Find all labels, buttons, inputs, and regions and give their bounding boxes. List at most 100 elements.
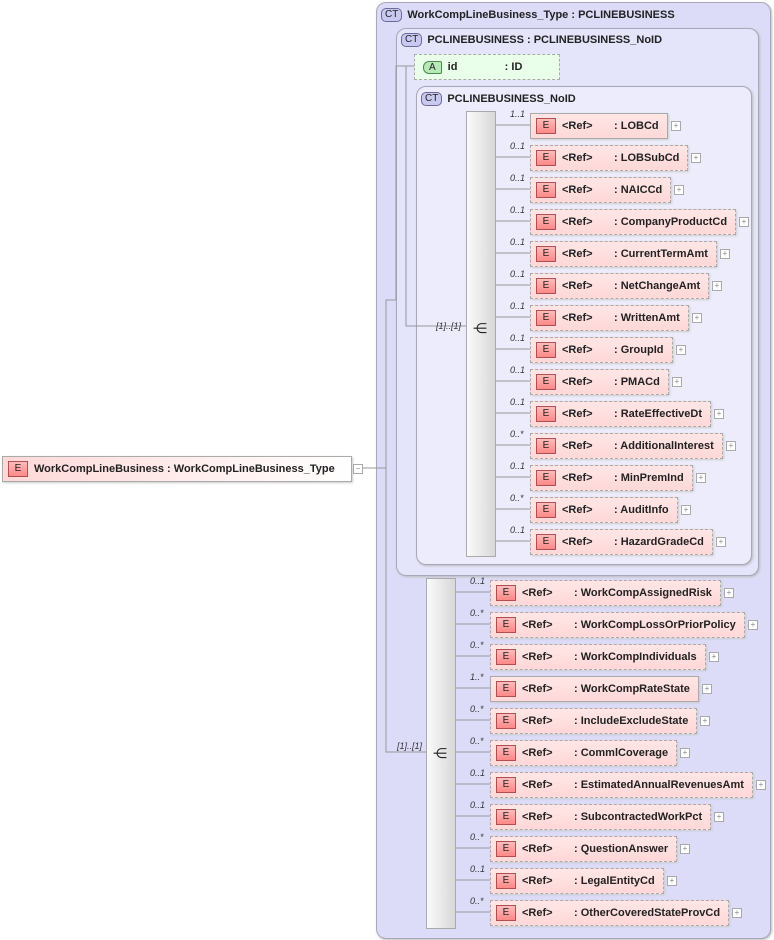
expand-icon[interactable]: +	[667, 876, 677, 886]
expand-icon[interactable]: +	[714, 409, 724, 419]
element-name: : CompanyProductCd	[614, 216, 728, 228]
expand-icon[interactable]: +	[671, 121, 681, 131]
element-ref[interactable]: E <Ref>: WorkCompRateState	[490, 676, 699, 702]
element-ref[interactable]: E <Ref>: WorkCompIndividuals	[490, 644, 706, 670]
ref-label: <Ref>	[522, 715, 553, 727]
element-multiplicity: 0..1	[470, 576, 486, 586]
element-ref[interactable]: E <Ref>: PMACd	[530, 369, 669, 395]
element-icon: E	[536, 150, 556, 166]
element-name: : PMACd	[614, 376, 660, 388]
expand-icon[interactable]: +	[720, 249, 730, 259]
element-ref[interactable]: E <Ref>: EstimatedAnnualRevenuesAmt	[490, 772, 753, 798]
element-icon: E	[8, 461, 28, 477]
element-ref[interactable]: E <Ref>: SubcontractedWorkPct	[490, 804, 712, 830]
element-icon: E	[496, 649, 516, 665]
element-multiplicity: 0..1	[470, 768, 486, 778]
expand-icon[interactable]: +	[676, 345, 686, 355]
element-name: : LOBSubCd	[614, 152, 680, 164]
ref-label: <Ref>	[562, 376, 593, 388]
element-name: : LegalEntityCd	[574, 875, 655, 887]
element-icon: E	[536, 406, 556, 422]
ref-label: <Ref>	[562, 312, 593, 324]
collapse-icon[interactable]: −	[353, 464, 363, 474]
ref-label: <Ref>	[522, 843, 553, 855]
expand-icon[interactable]: +	[712, 281, 722, 291]
element-ref[interactable]: E <Ref>: OtherCoveredStateProvCd	[490, 900, 730, 926]
element-name: : MinPremInd	[614, 472, 684, 484]
element-ref[interactable]: E <Ref>: AdditionalInterest	[530, 433, 723, 459]
sequence-icon: ⋲	[473, 320, 487, 336]
element-ref[interactable]: E <Ref> : QuestionAnswer	[490, 836, 678, 862]
element-name: : AdditionalInterest	[614, 440, 714, 452]
expand-icon[interactable]: +	[700, 716, 710, 726]
ref-label: <Ref>	[522, 811, 553, 823]
element-name: : EstimatedAnnualRevenuesAmt	[574, 779, 744, 791]
expand-icon[interactable]: +	[680, 748, 690, 758]
expand-icon[interactable]: +	[702, 684, 712, 694]
element-name: : CurrentTermAmt	[614, 248, 708, 260]
expand-icon[interactable]: +	[674, 185, 684, 195]
element-ref[interactable]: E <Ref>: CompanyProductCd	[530, 209, 737, 235]
expand-icon[interactable]: +	[696, 473, 706, 483]
element-icon: E	[536, 470, 556, 486]
element-ref[interactable]: E <Ref>: MinPremInd	[530, 465, 693, 491]
expand-icon[interactable]: +	[681, 505, 691, 515]
element-name: : AuditInfo	[614, 504, 669, 516]
element-icon: E	[496, 873, 516, 889]
expand-icon[interactable]: +	[739, 217, 749, 227]
element-multiplicity: 0..1	[470, 800, 486, 810]
expand-icon[interactable]: +	[691, 153, 701, 163]
element-multiplicity: 0..1	[510, 237, 526, 247]
element-ref[interactable]: E <Ref>: RateEffectiveDt	[530, 401, 712, 427]
element-icon: E	[536, 278, 556, 294]
expand-icon[interactable]: +	[732, 908, 742, 918]
element-multiplicity: 0..1	[510, 461, 526, 471]
element-ref[interactable]: E <Ref>: WorkCompAssignedRisk	[490, 580, 721, 606]
element-name: : GroupId	[614, 344, 664, 356]
expand-icon[interactable]: +	[680, 844, 690, 854]
element-icon: E	[536, 182, 556, 198]
element-name: : QuestionAnswer	[574, 843, 669, 855]
element-ref[interactable]: E <Ref>: LOBCd	[530, 113, 668, 139]
element-ref[interactable]: E <Ref>: AuditInfo	[530, 497, 678, 523]
expand-icon[interactable]: +	[692, 313, 702, 323]
element-ref[interactable]: E <Ref>: LegalEntityCd	[490, 868, 664, 894]
element-name: : NetChangeAmt	[614, 280, 701, 292]
element-icon: E	[496, 809, 516, 825]
element-name: : NAICCd	[614, 184, 663, 196]
expand-icon[interactable]: +	[748, 620, 758, 630]
expand-icon[interactable]: +	[709, 652, 719, 662]
element-ref[interactable]: E <Ref>: HazardGradeCd	[530, 529, 713, 555]
element-icon: E	[496, 617, 516, 633]
element-name: : CommlCoverage	[574, 747, 669, 759]
element-ref[interactable]: E <Ref> : CommlCoverage	[490, 740, 678, 766]
element-ref[interactable]: E <Ref>: IncludeExcludeState	[490, 708, 698, 734]
sequence-2-multiplicity: [1]..[1]	[397, 741, 423, 751]
root-element[interactable]: E WorkCompLineBusiness : WorkCompLineBus…	[2, 456, 352, 482]
ref-label: <Ref>	[562, 184, 593, 196]
ref-label: <Ref>	[562, 152, 593, 164]
ref-label: <Ref>	[522, 779, 553, 791]
expand-icon[interactable]: +	[714, 812, 724, 822]
element-icon: E	[496, 841, 516, 857]
ref-label: <Ref>	[562, 120, 593, 132]
element-icon: E	[496, 905, 516, 921]
expand-icon[interactable]: +	[756, 780, 766, 790]
element-ref[interactable]: E <Ref>: GroupId	[530, 337, 673, 363]
expand-icon[interactable]: +	[716, 537, 726, 547]
element-ref[interactable]: E <Ref>: WorkCompLossOrPriorPolicy	[490, 612, 745, 638]
element-ref[interactable]: E <Ref>: CurrentTermAmt	[530, 241, 717, 267]
ref-label: <Ref>	[522, 747, 553, 759]
expand-icon[interactable]: +	[672, 377, 682, 387]
sequence-icon: ⋲	[433, 745, 447, 761]
element-ref[interactable]: E <Ref>: WrittenAmt	[530, 305, 689, 331]
ref-label: <Ref>	[562, 504, 593, 516]
element-multiplicity: 0..1	[510, 173, 526, 183]
element-icon: E	[496, 745, 516, 761]
expand-icon[interactable]: +	[724, 588, 734, 598]
element-ref[interactable]: E <Ref>: NetChangeAmt	[530, 273, 710, 299]
element-ref[interactable]: E <Ref> : NAICCd	[530, 177, 672, 203]
element-name: : WorkCompRateState	[574, 683, 690, 695]
expand-icon[interactable]: +	[726, 441, 736, 451]
element-ref[interactable]: E <Ref> : LOBSubCd	[530, 145, 689, 171]
